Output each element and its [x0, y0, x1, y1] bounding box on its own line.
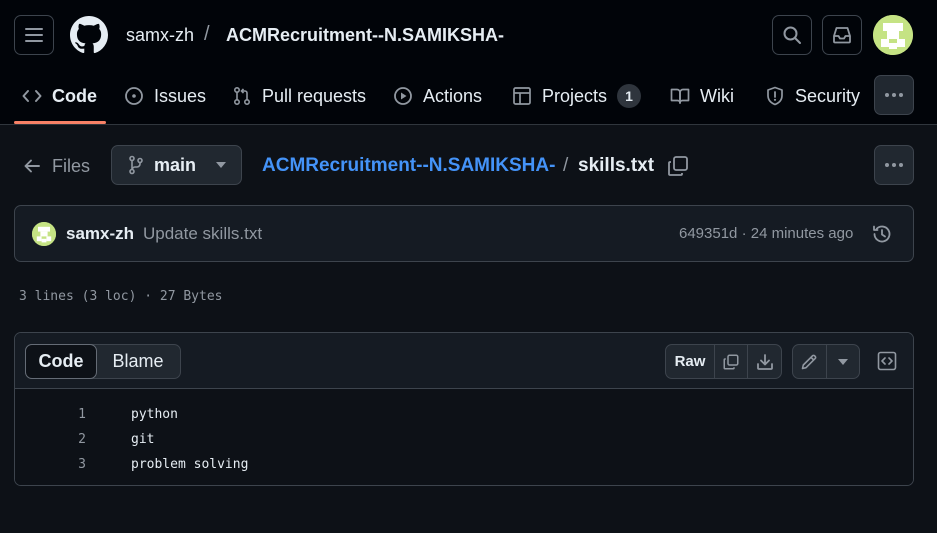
- copy-icon: [723, 354, 739, 369]
- line-content: problem solving: [131, 457, 249, 472]
- code-icon: [22, 86, 42, 106]
- code-line: 1 python: [15, 402, 913, 427]
- inbox-button[interactable]: [822, 15, 862, 55]
- identicon-icon: [873, 15, 913, 55]
- pencil-icon: [801, 354, 817, 369]
- search-icon: [783, 26, 801, 44]
- latest-commit-box: samx-zh Update skills.txt 649351d · 24 m…: [14, 205, 914, 262]
- edit-options-dropdown[interactable]: [827, 345, 860, 378]
- breadcrumb-file-name: skills.txt: [578, 155, 655, 176]
- branch-name: main: [154, 154, 197, 175]
- tab-wiki-label: Wiki: [700, 85, 734, 106]
- tab-code-label: Code: [52, 85, 97, 106]
- caret-down-icon: [837, 358, 848, 365]
- tab-pull-requests[interactable]: Pull requests: [232, 74, 366, 118]
- git-branch-icon: [129, 155, 143, 175]
- menu-button[interactable]: [14, 15, 54, 55]
- code-line: 3 problem solving: [15, 452, 913, 477]
- app-header: samx-zh / ACMRecruitment--N.SAMIKSHA- Co…: [0, 0, 937, 125]
- user-avatar[interactable]: [873, 15, 913, 55]
- edit-actions-group: [792, 344, 860, 379]
- selected-tab-indicator: [14, 121, 106, 124]
- arrow-left-icon: [24, 159, 40, 173]
- inbox-icon: [833, 27, 851, 44]
- tab-security[interactable]: Security: [765, 74, 860, 118]
- line-content: python: [131, 407, 178, 422]
- repo-owner-link[interactable]: samx-zh: [126, 25, 194, 46]
- history-icon[interactable]: [871, 223, 893, 245]
- play-icon: [393, 86, 413, 106]
- files-toggle-button[interactable]: Files: [24, 152, 90, 180]
- issue-icon: [124, 86, 144, 106]
- repo-name-link[interactable]: ACMRecruitment--N.SAMIKSHA-: [226, 25, 504, 46]
- breadcrumb-separator: /: [563, 155, 569, 176]
- commit-author-avatar[interactable]: [32, 222, 56, 246]
- tab-actions[interactable]: Actions: [393, 74, 482, 118]
- shield-icon: [765, 86, 785, 106]
- file-info: 3 lines (3 loc) · 27 Bytes: [19, 289, 223, 304]
- search-button[interactable]: [772, 15, 812, 55]
- code-view-button[interactable]: Code: [25, 344, 97, 379]
- line-content: git: [131, 432, 155, 447]
- line-number[interactable]: 1: [15, 402, 86, 427]
- tab-issues-label: Issues: [154, 85, 207, 106]
- book-icon: [670, 86, 690, 106]
- branch-selector[interactable]: main: [111, 145, 242, 185]
- code-square-icon: [877, 351, 897, 371]
- files-label: Files: [52, 155, 91, 176]
- tab-pull-requests-label: Pull requests: [262, 85, 367, 106]
- path-separator: /: [204, 23, 210, 45]
- caret-down-icon: [216, 162, 227, 168]
- tab-issues[interactable]: Issues: [124, 74, 206, 118]
- identicon-icon: [32, 222, 56, 246]
- pull-request-icon: [232, 86, 252, 106]
- line-number[interactable]: 3: [15, 452, 86, 477]
- copy-path-icon[interactable]: [666, 154, 690, 178]
- line-number[interactable]: 2: [15, 427, 86, 452]
- kebab-horizontal-icon: [885, 93, 903, 97]
- tab-code[interactable]: Code: [22, 74, 97, 118]
- code-line: 2 git: [15, 427, 913, 452]
- copy-raw-button[interactable]: [715, 345, 748, 378]
- repo-nav: Code Issues Pull requests Actions Projec…: [0, 74, 937, 124]
- tab-wiki[interactable]: Wiki: [670, 74, 734, 118]
- symbols-panel-button[interactable]: [873, 347, 901, 375]
- tab-actions-label: Actions: [423, 85, 483, 106]
- blame-view-button[interactable]: Blame: [97, 345, 179, 378]
- github-logo-icon[interactable]: [70, 16, 108, 54]
- tab-projects[interactable]: Projects 1: [512, 74, 642, 118]
- code-viewer: Code Blame Raw 1 python 2 git 3 problem …: [14, 332, 914, 486]
- kebab-horizontal-icon: [885, 163, 903, 167]
- edit-file-button[interactable]: [793, 345, 827, 378]
- code-toolbar: Code Blame Raw: [15, 333, 913, 389]
- breadcrumb-repo-link[interactable]: ACMRecruitment--N.SAMIKSHA-: [262, 155, 555, 177]
- file-more-options-button[interactable]: [874, 145, 914, 185]
- raw-button[interactable]: Raw: [666, 345, 715, 378]
- commit-sha-and-time[interactable]: 649351d · 24 minutes ago: [679, 225, 853, 242]
- hamburger-icon: [25, 28, 43, 42]
- more-tabs-button[interactable]: [874, 75, 914, 115]
- download-button[interactable]: [748, 345, 781, 378]
- commit-message-link[interactable]: Update skills.txt: [143, 224, 262, 244]
- tab-projects-label: Projects: [542, 85, 608, 106]
- download-icon: [756, 353, 773, 370]
- file-actions-group: Raw: [665, 344, 782, 379]
- table-icon: [512, 86, 532, 106]
- tab-security-label: Security: [795, 85, 861, 106]
- view-mode-segmented-control: Code Blame: [25, 344, 181, 379]
- code-lines: 1 python 2 git 3 problem solving: [15, 390, 913, 485]
- projects-count-badge: 1: [617, 84, 642, 108]
- commit-author-link[interactable]: samx-zh: [66, 224, 134, 244]
